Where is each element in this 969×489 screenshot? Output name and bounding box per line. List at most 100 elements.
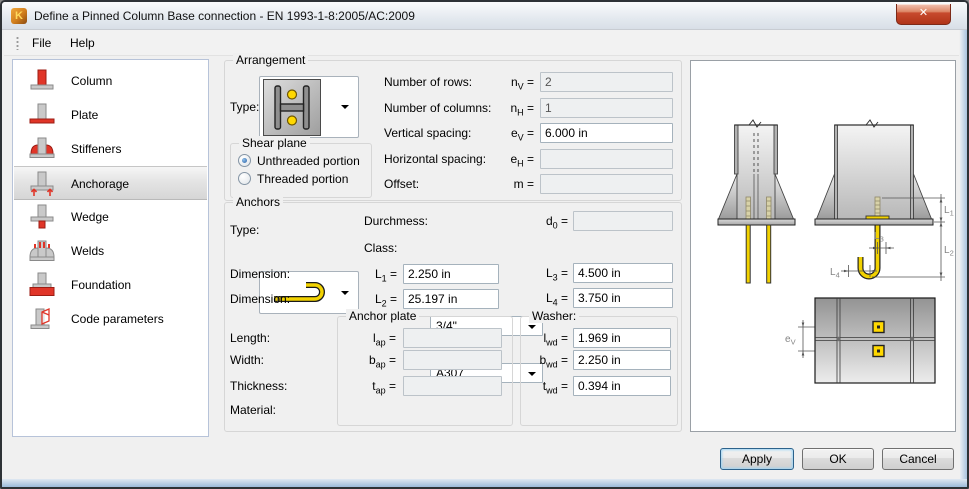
length-label: Length: [230,331,271,345]
dim-label-L4: L4 [830,267,840,280]
dimension-l2-label: Dimension: [230,292,291,306]
radio-button-icon [238,172,251,185]
radio-threaded-portion[interactable]: Threaded portion [238,171,368,187]
sidebar-item-stiffeners[interactable]: Stiffeners [14,132,207,166]
ok-button[interactable]: OK [802,448,874,470]
l4-input[interactable] [573,288,673,308]
sidebar-item-label: Code parameters [71,312,164,326]
offset-label: Offset: [384,177,420,191]
vertical-spacing-input[interactable] [540,123,673,143]
code-parameters-icon [30,308,50,329]
washer-group-label: Washer: [529,309,580,323]
sidebar-item-label: Stiffeners [71,142,122,156]
l1-symbol: L1 = [374,267,397,284]
menu-grip-handle[interactable] [16,36,19,50]
lap-input [403,328,502,348]
window-frame-right [960,28,967,487]
vertical-spacing-label: Vertical spacing: [384,126,472,140]
sidebar-item-foundation[interactable]: Foundation [14,268,207,302]
sidebar-item-label: Foundation [71,278,132,292]
shear-plane-group-label: Shear plane [239,136,310,150]
sidebar-item-label: Column [71,74,113,88]
cancel-button[interactable]: Cancel [882,448,954,470]
horizontal-spacing-input [540,149,673,169]
window-title: Define a Pinned Column Base connection -… [34,9,415,23]
sidebar-item-column[interactable]: Column [14,64,207,98]
l3-input[interactable] [573,263,673,283]
bap-symbol: bap = [368,353,396,370]
connection-preview-drawing: L1 L2 L3 L4 eV [717,119,954,384]
anchor-rods [745,224,772,284]
twd-symbol: twd = [542,379,568,396]
sidebar-item-welds[interactable]: Welds [14,234,207,268]
plate-icon [29,103,55,124]
welds-icon [29,240,55,261]
twd-input[interactable] [573,376,671,396]
anchors-type-label: Type: [230,223,260,237]
menu-item-file[interactable]: File [24,33,59,53]
close-button[interactable]: ✕ [896,4,951,25]
bwd-symbol: bwd = [539,353,568,370]
sidebar-item-label: Wedge [71,210,109,224]
tap-input [403,376,502,396]
material-label: Material: [230,403,277,417]
sidebar-item-wedge[interactable]: Wedge [14,200,207,234]
apply-button[interactable]: Apply [720,448,794,470]
lwd-symbol: lwd = [543,331,568,348]
l1-input[interactable] [403,264,499,284]
diameter-label: Durchmess: [364,214,429,228]
class-label: Class: [364,241,398,255]
l2-input[interactable] [403,289,499,309]
radio-unthreaded-portion[interactable]: Unthreaded portion [238,153,368,169]
thickness-label: Thickness: [230,379,288,393]
columns-symbol: nH = [510,101,534,118]
title-bar[interactable]: K Define a Pinned Column Base connection… [2,2,967,30]
preview-plan-view [814,297,936,384]
sidebar-item-label: Plate [71,108,99,122]
column-icon [30,69,54,90]
d0-input [573,211,673,231]
d0-symbol: d0 = [545,214,568,231]
stiffeners-icon [29,137,55,158]
horizontal-spacing-label: Horizontal spacing: [384,152,487,166]
rows-symbol: nV = [510,75,534,92]
lwd-input[interactable] [573,328,671,348]
dialog-window: K Define a Pinned Column Base connection… [0,0,969,489]
preview-front-view [717,119,796,284]
anchorage-icon [30,171,54,196]
arrangement-type-combobox[interactable] [259,76,359,138]
menu-bar: File Help [4,30,959,56]
radio-label: Threaded portion [257,172,349,186]
anchors-group-label: Anchors [233,195,284,209]
foundation-icon [29,272,55,296]
dim-label-L3: L3 [874,231,884,244]
sidebar-item-anchorage[interactable]: Anchorage [14,166,207,200]
tap-symbol: tap = [372,379,396,396]
dim-label-L2: L2 [944,245,954,258]
radio-button-icon [238,154,251,167]
l3-symbol: L3 = [545,266,568,283]
wedge-icon [30,204,54,229]
sidebar-item-label: Anchorage [71,177,130,191]
sidebar-item-code-parameters[interactable]: Code parameters [14,302,207,336]
vertical-spacing-symbol: eV = [510,126,534,143]
rows-input [540,72,673,92]
columns-input [540,98,673,118]
chevron-down-icon [341,105,349,109]
bwd-input[interactable] [573,350,671,370]
horizontal-spacing-symbol: eH = [510,152,534,169]
dim-label-L1: L1 [944,205,954,218]
anchor-plate-group-label: Anchor plate [346,309,420,323]
preview-panel: L1 L2 L3 L4 eV [690,60,956,432]
bap-input [403,350,502,370]
app-icon: K [11,8,27,24]
sidebar-item-plate[interactable]: Plate [14,98,207,132]
arrangement-group-label: Arrangement [233,53,309,67]
radio-label: Unthreaded portion [257,154,360,168]
menu-item-help[interactable]: Help [62,33,103,53]
offset-input [540,174,673,194]
window-frame-bottom [2,479,967,487]
dim-label-eV: eV [785,334,796,347]
lap-symbol: lap = [372,331,396,348]
h-section-two-bolts-image [263,79,321,136]
